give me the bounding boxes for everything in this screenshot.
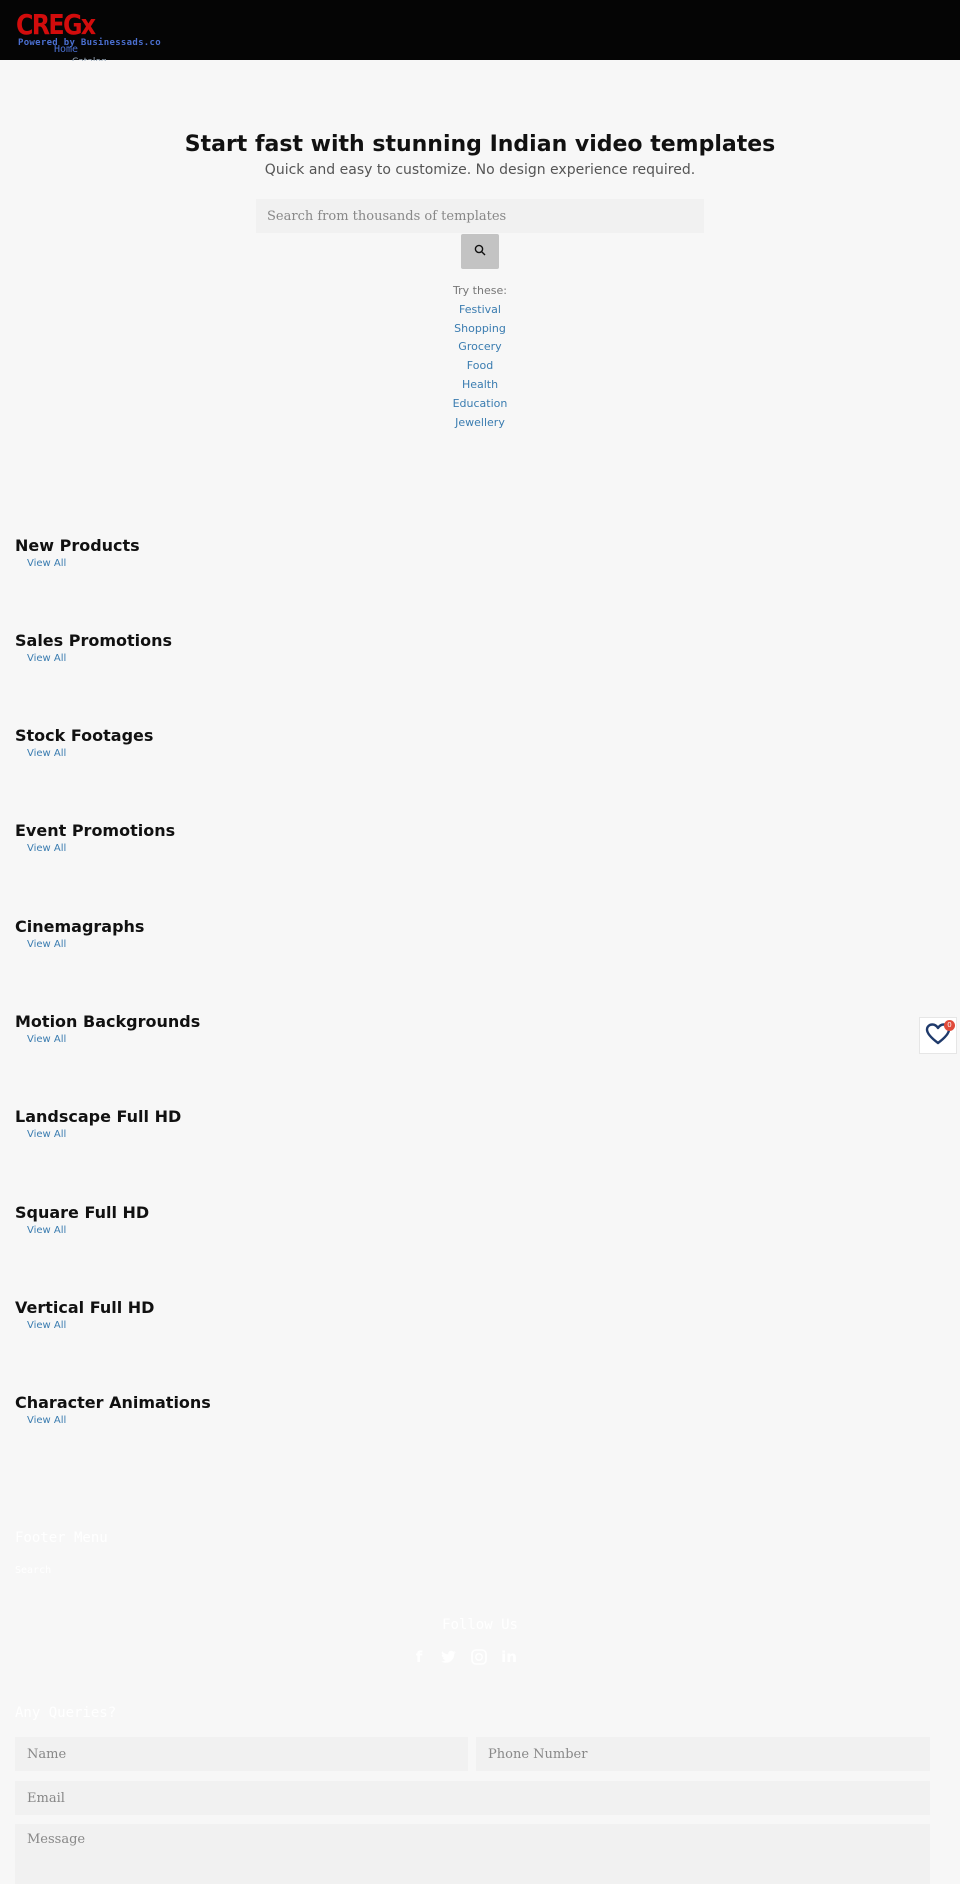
message-field[interactable] — [15, 1824, 930, 1884]
view-all-link[interactable]: View All — [27, 558, 140, 569]
section-title: Stock Footages — [15, 726, 154, 745]
phone-field[interactable] — [476, 1737, 930, 1771]
footer-menu-title: Footer Menu — [15, 1530, 108, 1546]
instagram-icon[interactable] — [470, 1648, 488, 1666]
search-icon — [474, 244, 486, 259]
section-sales-promotions: Sales Promotions View All — [15, 631, 172, 664]
wishlist-count-badge: 0 — [944, 1020, 955, 1031]
section-title: Cinemagraphs — [15, 917, 145, 936]
view-all-link[interactable]: View All — [27, 1415, 211, 1426]
suggestion-food[interactable]: Food — [0, 357, 960, 376]
twitter-icon[interactable] — [440, 1648, 458, 1666]
nav-home-link[interactable]: Home — [54, 44, 78, 55]
search-input[interactable] — [256, 199, 704, 233]
nav-catalog-link[interactable]: Catalog — [72, 57, 107, 61]
section-motion-backgrounds: Motion Backgrounds View All — [15, 1012, 200, 1045]
any-queries-title: Any Queries? — [15, 1705, 117, 1721]
view-all-link[interactable]: View All — [27, 1320, 154, 1331]
hero-title: Start fast with stunning Indian video te… — [184, 132, 776, 157]
linkedin-icon[interactable]: in — [500, 1648, 518, 1666]
suggestion-health[interactable]: Health — [0, 376, 960, 395]
view-all-link[interactable]: View All — [27, 748, 153, 759]
section-square-full-hd: Square Full HD View All — [15, 1203, 149, 1236]
section-title: Landscape Full HD — [15, 1107, 182, 1126]
section-new-products: New Products View All — [15, 536, 140, 569]
section-event-promotions: Event Promotions View All — [15, 821, 175, 854]
view-all-link[interactable]: View All — [27, 843, 175, 854]
section-title: Event Promotions — [15, 821, 176, 840]
try-these-label: Try these: — [453, 284, 507, 297]
follow-us-title: Follow Us — [442, 1617, 518, 1633]
suggestion-shopping[interactable]: Shopping — [0, 320, 960, 339]
site-header: CREGx Powered by Businessads.co Home Cat… — [0, 0, 960, 61]
view-all-link[interactable]: View All — [27, 939, 144, 950]
view-all-link[interactable]: View All — [27, 653, 172, 664]
section-title: New Products — [15, 536, 140, 555]
section-character-animations: Character Animations View All — [15, 1393, 211, 1426]
section-title: Character Animations — [15, 1393, 211, 1412]
hero-section: Start fast with stunning Indian video te… — [0, 130, 960, 178]
suggestion-jewellery[interactable]: Jewellery — [0, 414, 960, 433]
section-cinemagraphs: Cinemagraphs View All — [15, 917, 144, 950]
section-title: Motion Backgrounds — [15, 1012, 201, 1031]
hero-subtitle: Quick and easy to customize. No design e… — [264, 162, 696, 178]
view-all-link[interactable]: View All — [27, 1129, 181, 1140]
suggestions: Try these: Festival Shopping Grocery Foo… — [0, 282, 960, 432]
suggestion-festival[interactable]: Festival — [0, 301, 960, 320]
facebook-icon[interactable]: f — [410, 1648, 428, 1666]
view-all-link[interactable]: View All — [27, 1034, 200, 1045]
wishlist-button[interactable]: 0 — [919, 1017, 957, 1054]
logo[interactable]: CREGx — [16, 10, 96, 40]
suggestion-grocery[interactable]: Grocery — [0, 338, 960, 357]
powered-by-text: Powered by Businessads.co — [18, 38, 161, 48]
section-vertical-full-hd: Vertical Full HD View All — [15, 1298, 154, 1331]
email-field[interactable] — [15, 1781, 930, 1815]
section-landscape-full-hd: Landscape Full HD View All — [15, 1107, 181, 1140]
suggestion-education[interactable]: Education — [0, 395, 960, 414]
section-title: Sales Promotions — [15, 631, 173, 650]
view-all-link[interactable]: View All — [27, 1225, 149, 1236]
section-title: Square Full HD — [15, 1203, 150, 1222]
name-field[interactable] — [15, 1737, 468, 1771]
search-button[interactable] — [461, 234, 499, 269]
footer-search-link[interactable]: Search — [15, 1565, 51, 1576]
social-links: f in — [410, 1648, 518, 1666]
section-stock-footages: Stock Footages View All — [15, 726, 153, 759]
section-title: Vertical Full HD — [15, 1298, 155, 1317]
